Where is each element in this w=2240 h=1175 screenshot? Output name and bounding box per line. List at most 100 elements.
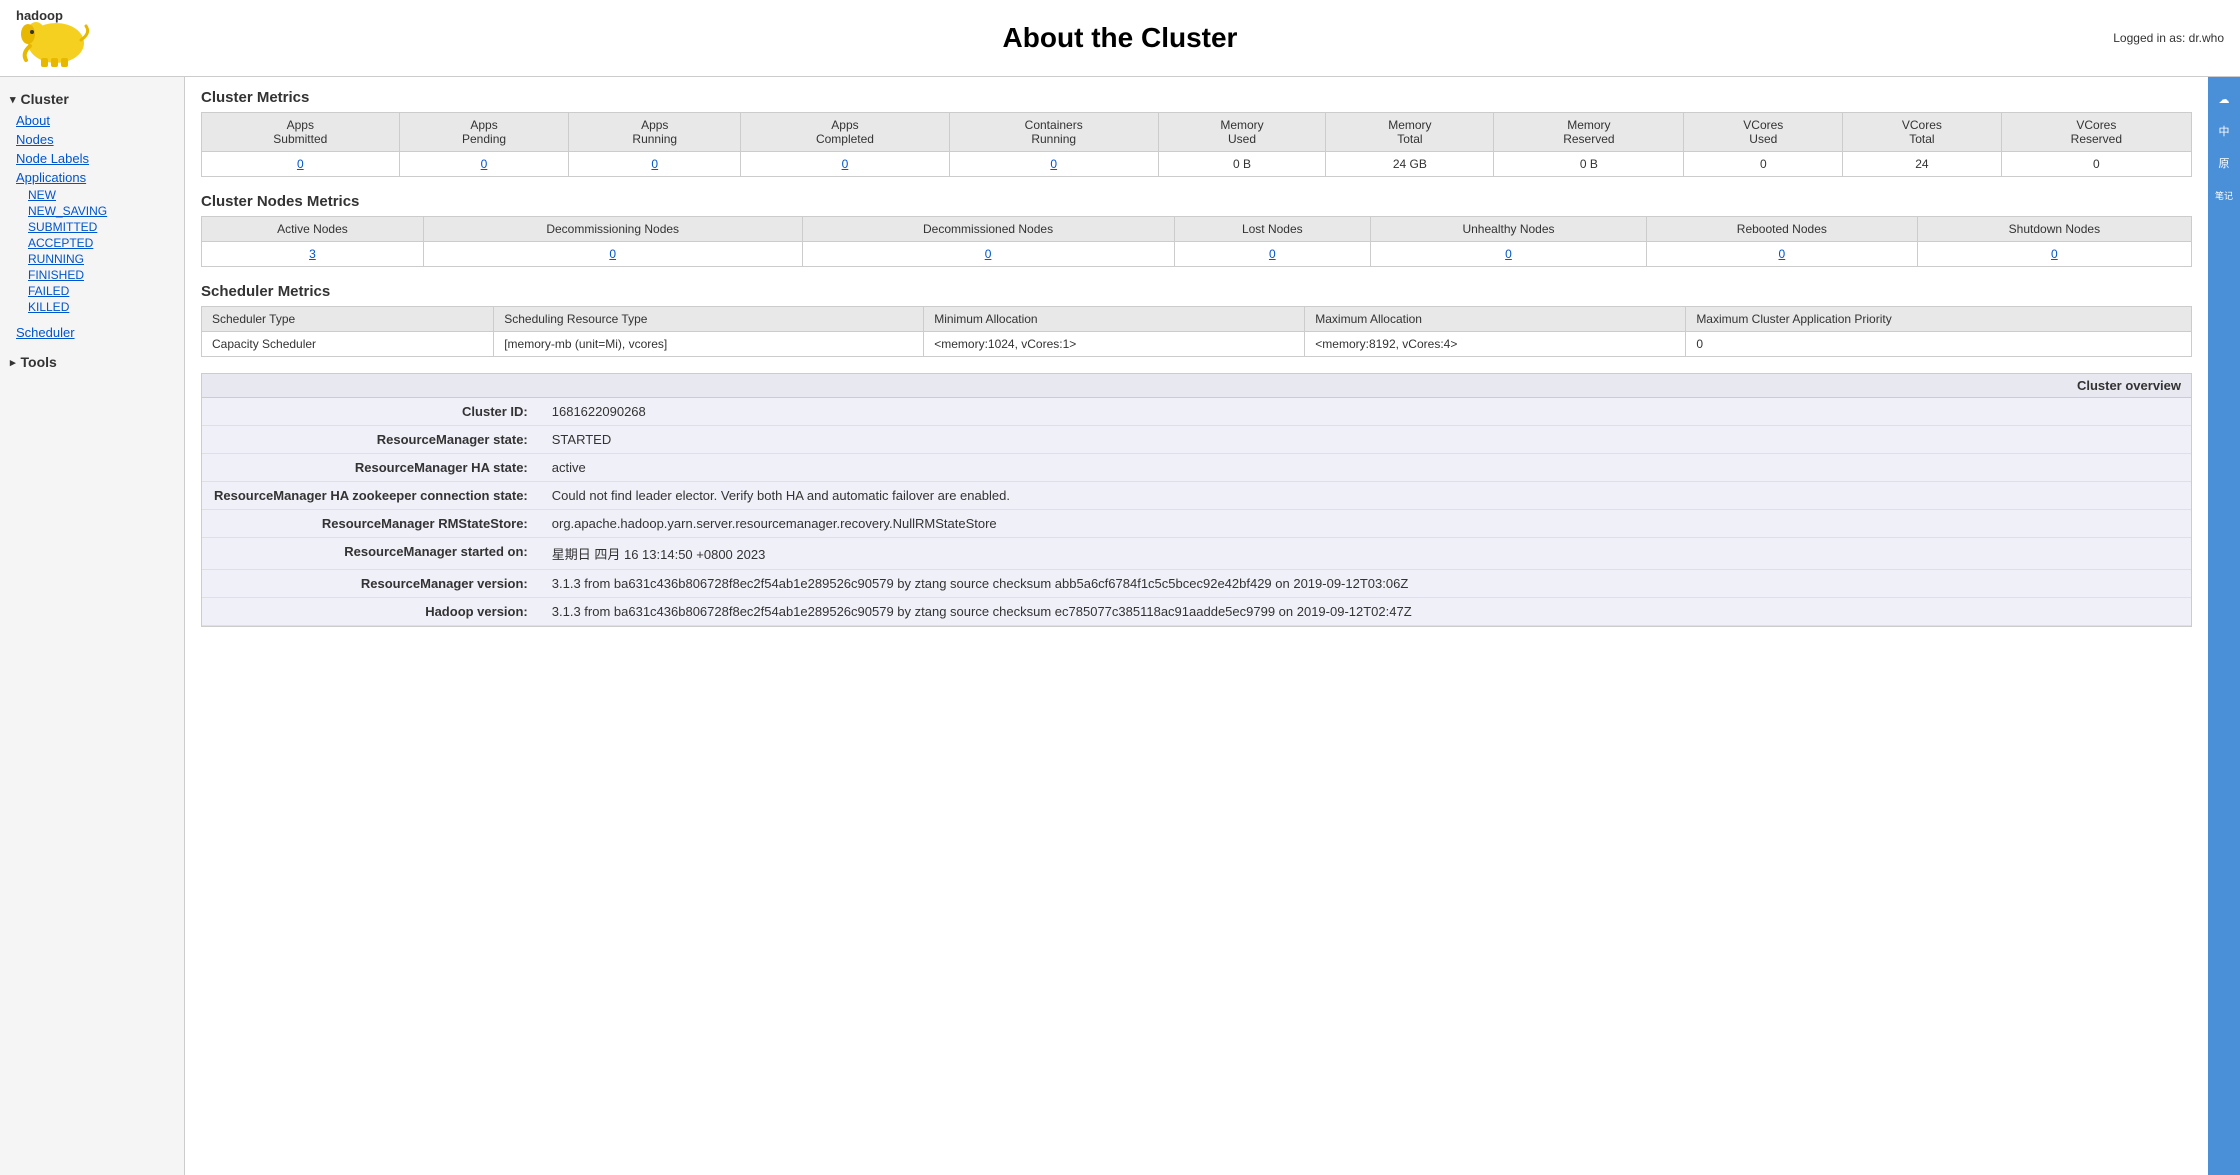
sidebar-item-finished[interactable]: FINISHED [0, 267, 184, 283]
right-toolbar: ☁ 中 原 笔记 [2208, 77, 2240, 1175]
main-content: Cluster Metrics AppsSubmitted AppsPendin… [185, 77, 2208, 1175]
cluster-metrics-title: Cluster Metrics [201, 89, 2192, 106]
val-minimum-allocation: <memory:1024, vCores:1> [924, 332, 1305, 357]
overview-label-rm-state: ResourceManager state: [202, 426, 540, 454]
tools-arrow-icon: ▸ [10, 356, 16, 369]
val-lost-nodes[interactable]: 0 [1174, 242, 1371, 267]
sidebar-cluster-label: Cluster [21, 91, 69, 107]
col-vcores-reserved: VCoresReserved [2001, 113, 2191, 152]
toolbar-btn-notes[interactable]: 笔记 [2210, 181, 2238, 209]
col-vcores-total: VCoresTotal [1843, 113, 2002, 152]
sidebar-item-scheduler[interactable]: Scheduler [0, 323, 184, 342]
overview-value-rm-version: 3.1.3 from ba631c436b806728f8ec2f54ab1e2… [540, 570, 2191, 598]
sidebar-tools-header[interactable]: ▸ Tools [0, 350, 184, 374]
val-active-nodes[interactable]: 3 [202, 242, 424, 267]
toolbar-btn-cloud[interactable]: ☁ [2210, 85, 2238, 113]
val-unhealthy-nodes[interactable]: 0 [1371, 242, 1647, 267]
overview-value-rm-state-store: org.apache.hadoop.yarn.server.resourcema… [540, 510, 2191, 538]
cluster-metrics-table: AppsSubmitted AppsPending AppsRunning Ap… [201, 112, 2192, 177]
val-memory-used: 0 B [1158, 152, 1326, 177]
overview-value-rm-started-on: 星期日 四月 16 13:14:50 +0800 2023 [540, 538, 2191, 570]
cluster-overview-table: Cluster ID: 1681622090268 ResourceManage… [202, 398, 2191, 626]
overview-label-cluster-id: Cluster ID: [202, 398, 540, 426]
toolbar-btn-zh[interactable]: 中 [2210, 117, 2238, 145]
col-unhealthy-nodes: Unhealthy Nodes [1371, 217, 1647, 242]
overview-label-rm-ha-state: ResourceManager HA state: [202, 454, 540, 482]
val-apps-submitted[interactable]: 0 [202, 152, 400, 177]
val-scheduling-resource-type: [memory-mb (unit=Mi), vcores] [494, 332, 924, 357]
col-memory-reserved: MemoryReserved [1494, 113, 1684, 152]
overview-row-rm-started-on: ResourceManager started on: 星期日 四月 16 13… [202, 538, 2191, 570]
col-maximum-allocation: Maximum Allocation [1305, 307, 1686, 332]
sidebar-item-about[interactable]: About [0, 111, 184, 130]
val-rebooted-nodes[interactable]: 0 [1646, 242, 1917, 267]
col-decommissioned-nodes: Decommissioned Nodes [802, 217, 1174, 242]
cluster-nodes-metrics-title: Cluster Nodes Metrics [201, 193, 2192, 210]
logo-area: hadoop [16, 8, 104, 68]
val-scheduler-type: Capacity Scheduler [202, 332, 494, 357]
cluster-arrow-icon: ▾ [10, 93, 16, 106]
sidebar-item-applications[interactable]: Applications [0, 168, 184, 187]
col-apps-pending: AppsPending [399, 113, 569, 152]
sidebar-item-new[interactable]: NEW [0, 187, 184, 203]
login-info: Logged in as: dr.who [2113, 31, 2224, 45]
val-memory-reserved: 0 B [1494, 152, 1684, 177]
sidebar-tools-label: Tools [21, 354, 57, 370]
sidebar-item-running[interactable]: RUNNING [0, 251, 184, 267]
overview-row-rm-state: ResourceManager state: STARTED [202, 426, 2191, 454]
val-apps-pending[interactable]: 0 [399, 152, 569, 177]
overview-value-rm-ha-state: active [540, 454, 2191, 482]
sidebar-divider-2 [0, 342, 184, 350]
cluster-overview: Cluster overview Cluster ID: 16816220902… [201, 373, 2192, 627]
col-active-nodes: Active Nodes [202, 217, 424, 242]
overview-row-hadoop-version: Hadoop version: 3.1.3 from ba631c436b806… [202, 598, 2191, 626]
col-rebooted-nodes: Rebooted Nodes [1646, 217, 1917, 242]
val-vcores-used: 0 [1684, 152, 1843, 177]
sidebar-item-submitted[interactable]: SUBMITTED [0, 219, 184, 235]
val-max-cluster-app-priority: 0 [1686, 332, 2192, 357]
col-lost-nodes: Lost Nodes [1174, 217, 1371, 242]
toolbar-btn-yuan[interactable]: 原 [2210, 149, 2238, 177]
overview-label-hadoop-version: Hadoop version: [202, 598, 540, 626]
overview-row-cluster-id: Cluster ID: 1681622090268 [202, 398, 2191, 426]
overview-row-rm-version: ResourceManager version: 3.1.3 from ba63… [202, 570, 2191, 598]
sidebar-item-accepted[interactable]: ACCEPTED [0, 235, 184, 251]
col-apps-running: AppsRunning [569, 113, 741, 152]
sidebar: ▾ Cluster About Nodes Node Labels Applic… [0, 77, 185, 1175]
col-apps-submitted: AppsSubmitted [202, 113, 400, 152]
val-containers-running[interactable]: 0 [949, 152, 1158, 177]
sidebar-item-killed[interactable]: KILLED [0, 299, 184, 315]
sidebar-item-failed[interactable]: FAILED [0, 283, 184, 299]
val-decommissioned-nodes[interactable]: 0 [802, 242, 1174, 267]
overview-label-rm-version: ResourceManager version: [202, 570, 540, 598]
cluster-overview-title: Cluster overview [202, 374, 2191, 398]
sidebar-item-node-labels[interactable]: Node Labels [0, 149, 184, 168]
val-apps-running[interactable]: 0 [569, 152, 741, 177]
svg-text:hadoop: hadoop [16, 8, 63, 23]
sidebar-item-nodes[interactable]: Nodes [0, 130, 184, 149]
overview-row-zk-connection: ResourceManager HA zookeeper connection … [202, 482, 2191, 510]
col-max-cluster-app-priority: Maximum Cluster Application Priority [1686, 307, 2192, 332]
overview-row-rm-state-store: ResourceManager RMStateStore: org.apache… [202, 510, 2191, 538]
col-decommissioning-nodes: Decommissioning Nodes [423, 217, 802, 242]
hadoop-logo: hadoop [16, 8, 96, 68]
page-title: About the Cluster [1003, 22, 1238, 54]
cluster-nodes-metrics-table: Active Nodes Decommissioning Nodes Decom… [201, 216, 2192, 267]
sidebar-cluster-header[interactable]: ▾ Cluster [0, 87, 184, 111]
overview-label-rm-state-store: ResourceManager RMStateStore: [202, 510, 540, 538]
val-decommissioning-nodes[interactable]: 0 [423, 242, 802, 267]
scheduler-metrics-title: Scheduler Metrics [201, 283, 2192, 300]
overview-value-zk-connection: Could not find leader elector. Verify bo… [540, 482, 2191, 510]
val-apps-completed[interactable]: 0 [741, 152, 950, 177]
col-scheduling-resource-type: Scheduling Resource Type [494, 307, 924, 332]
scheduler-metrics-table: Scheduler Type Scheduling Resource Type … [201, 306, 2192, 357]
val-vcores-reserved: 0 [2001, 152, 2191, 177]
overview-value-cluster-id: 1681622090268 [540, 398, 2191, 426]
val-shutdown-nodes[interactable]: 0 [1917, 242, 2191, 267]
val-vcores-total: 24 [1843, 152, 2002, 177]
col-scheduler-type: Scheduler Type [202, 307, 494, 332]
top-bar: hadoop About the Cluster Logged in as: d… [0, 0, 2240, 77]
sidebar-item-new-saving[interactable]: NEW_SAVING [0, 203, 184, 219]
overview-value-rm-state: STARTED [540, 426, 2191, 454]
overview-value-hadoop-version: 3.1.3 from ba631c436b806728f8ec2f54ab1e2… [540, 598, 2191, 626]
